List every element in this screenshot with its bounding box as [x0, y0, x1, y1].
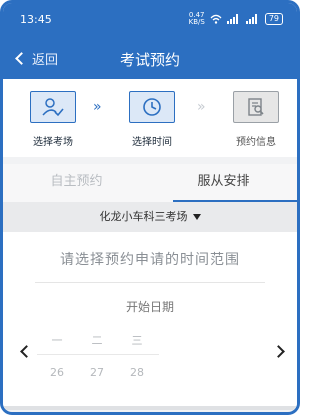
calendar-day[interactable]: 28: [117, 366, 157, 379]
wifi-icon: [210, 14, 222, 24]
step-label: 预约信息: [236, 137, 276, 148]
step-arrow-icon: »: [93, 99, 101, 115]
calendar-day-row: 26 27 28: [37, 366, 157, 379]
step-booking-info[interactable]: 预约信息: [221, 91, 291, 148]
step-select-time[interactable]: 选择时间: [117, 91, 187, 148]
bottom-strip: [3, 406, 297, 410]
divider: [35, 282, 265, 283]
step-label: 选择时间: [132, 137, 172, 148]
clock-icon: [143, 98, 161, 116]
network-speed: 0.47 KB/S: [188, 11, 205, 26]
step-indicator: 选择考场 » 选择时间 » 预约信息: [3, 79, 297, 157]
venue-selector[interactable]: 化龙小车科三考场: [3, 202, 297, 232]
chevron-left-icon: [20, 345, 33, 358]
signal-icon-2: [245, 14, 260, 24]
start-date-label: 开始日期: [125, 300, 174, 314]
step-arrow-icon: »: [197, 99, 205, 115]
calendar-next-button[interactable]: [272, 344, 289, 360]
app-frame: 13:45 0.47 KB/S 79 返回 考试预约 选择考场 » 选择时间 »…: [0, 0, 300, 415]
calendar-day[interactable]: 26: [37, 366, 77, 379]
calendar-prev-button[interactable]: [17, 344, 33, 360]
battery-icon: 79: [264, 13, 283, 25]
tab-bar: 自主预约 服从安排: [3, 164, 297, 202]
chevron-right-icon: [272, 345, 285, 358]
venue-name: 化龙小车科三考场: [99, 210, 188, 223]
divider: [37, 354, 159, 355]
checkmark-person-icon: [42, 98, 64, 117]
caret-down-icon: [192, 214, 201, 220]
calendar-day[interactable]: 27: [77, 366, 117, 379]
weekday-label: 三: [131, 334, 143, 347]
step-label: 选择考场: [33, 137, 73, 148]
tab-self-booking[interactable]: 自主预约: [3, 164, 150, 202]
weekday-label: 二: [91, 334, 103, 347]
status-time: 13:45: [20, 13, 52, 26]
status-icons: 0.47 KB/S 79: [189, 12, 283, 26]
signal-icon: [226, 14, 241, 24]
calendar-weekday-row: 一 二 三: [37, 332, 157, 348]
tab-follow-arrangement[interactable]: 服从安排: [150, 164, 297, 202]
step-select-venue[interactable]: 选择考场: [18, 91, 88, 148]
weekday-label: 一: [51, 334, 63, 347]
step-icon-box: [129, 91, 175, 123]
status-bar: 13:45 0.47 KB/S 79: [3, 3, 297, 39]
time-range-panel: 请选择预约申请的时间范围 开始日期 一 二 三 26 27 28: [3, 232, 297, 410]
time-range-hint: 请选择预约申请的时间范围: [60, 252, 240, 268]
page-title: 考试预约: [119, 51, 180, 69]
step-icon-box: [233, 91, 279, 123]
document-search-icon: [248, 98, 264, 116]
title-bar: 返回 考试预约: [3, 39, 297, 79]
step-icon-box: [30, 91, 76, 123]
